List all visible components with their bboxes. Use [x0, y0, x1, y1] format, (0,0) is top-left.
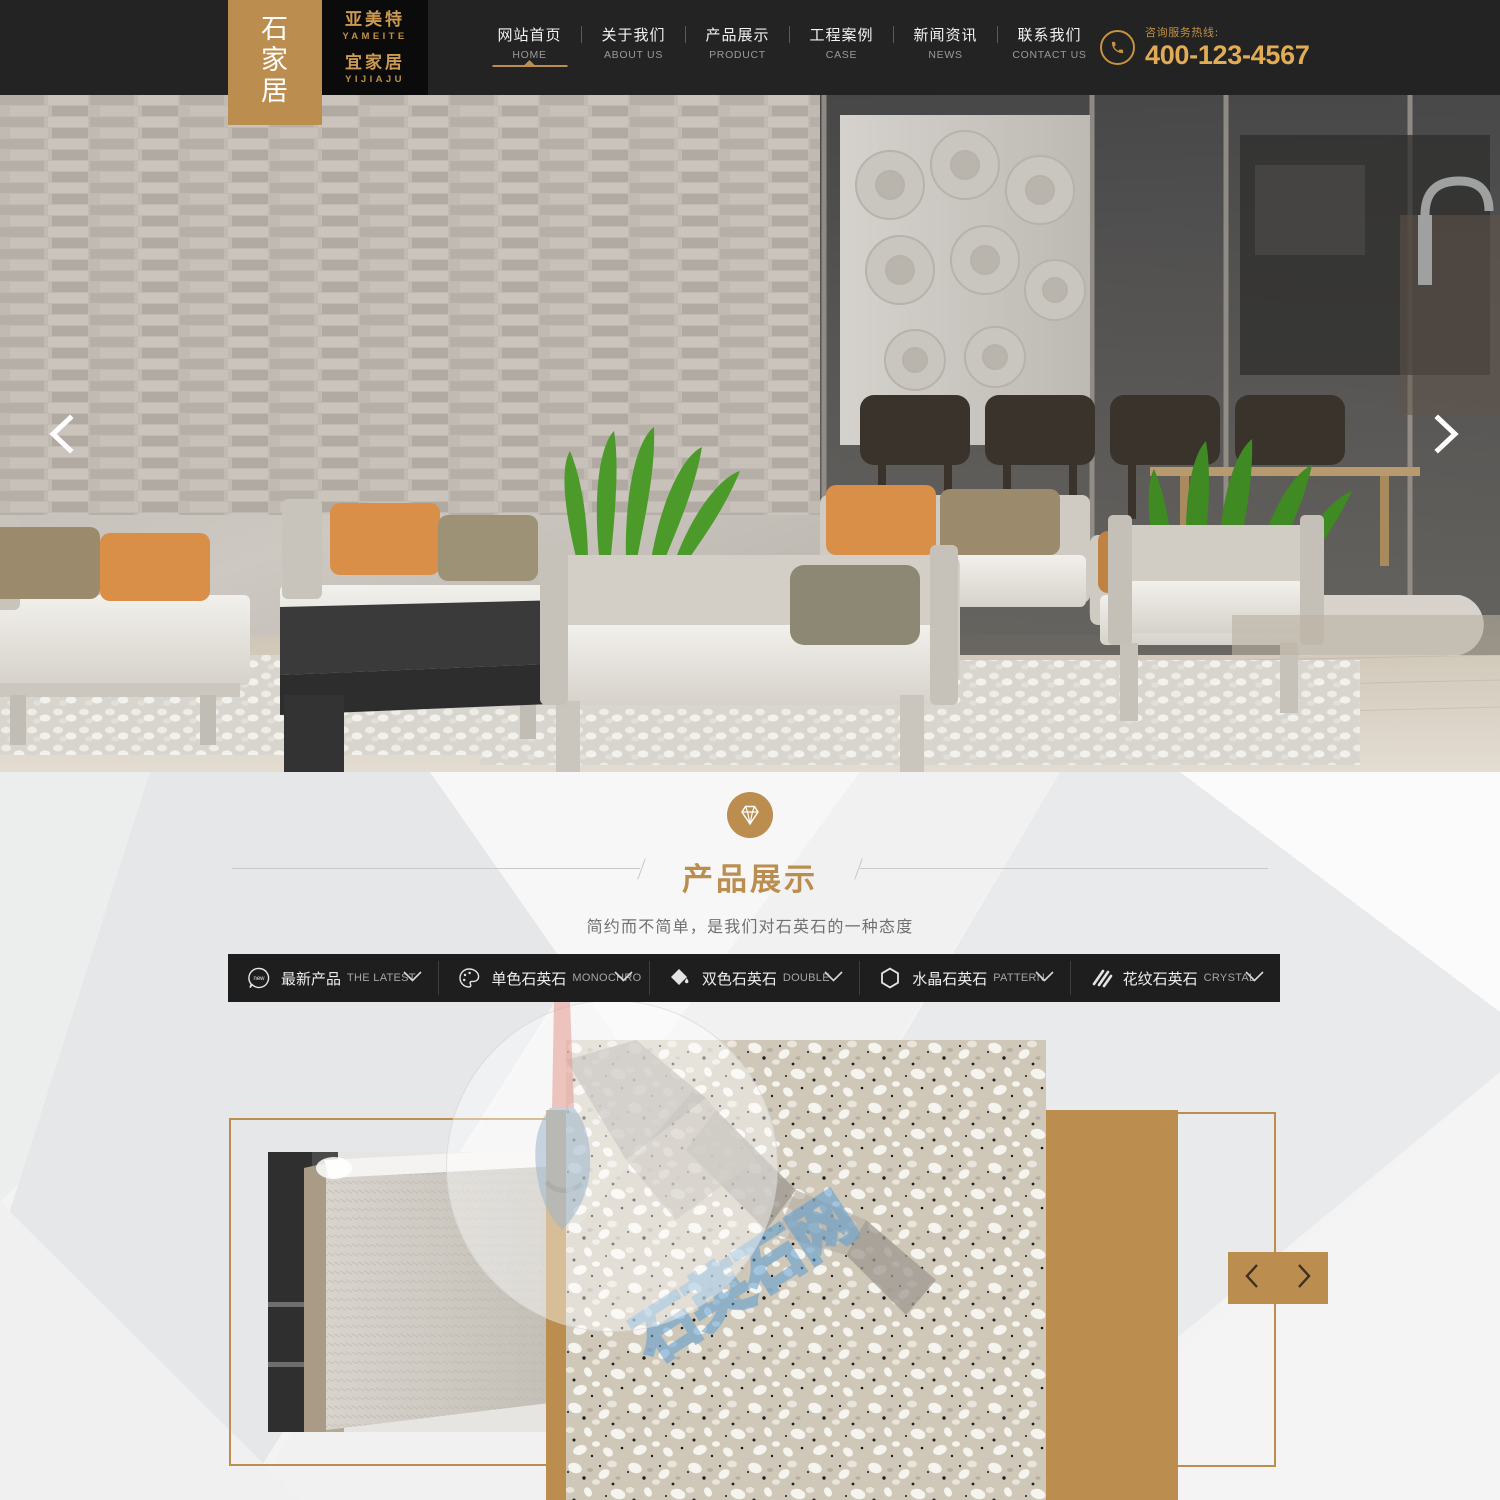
hexagon-icon: [877, 965, 903, 991]
nav-item-label-cn: 工程案例: [809, 26, 874, 44]
chevron-down-icon[interactable]: [824, 969, 843, 987]
site-header: 石 家 居 亚美特 YAMEITE 宜家居 YIJIAJU 网站首页 HOME …: [0, 0, 1500, 125]
hero-image: [0, 95, 1500, 772]
tab-label-cn: 花纹石英石: [1122, 969, 1198, 988]
diagonal-lines-icon: [1088, 965, 1114, 991]
product-thumb-left[interactable]: [268, 1152, 558, 1432]
hero-next-button[interactable]: [1420, 408, 1472, 460]
nav-item-contact[interactable]: 联系我们 CONTACT US: [998, 24, 1101, 61]
tab-pattern[interactable]: 水晶石英石 PATTERN: [859, 954, 1069, 1002]
nav-item-about[interactable]: 关于我们 ABOUT US: [582, 24, 685, 61]
tab-double[interactable]: 双色石英石 DOUBLE: [648, 954, 859, 1002]
product-card-center[interactable]: 石英石网: [566, 1040, 1046, 1500]
section-rule-left: [232, 868, 640, 869]
tab-label-en: DOUBLE: [782, 972, 830, 984]
nav-active-indicator: [492, 65, 567, 67]
chevron-down-icon[interactable]: [403, 969, 422, 987]
tab-monochrome[interactable]: 单色石英石 MONOCHRO: [438, 954, 648, 1002]
product-category-tabs: new 最新产品 THE LATEST 单色石英石 MONOCHRO 双色石英石…: [228, 954, 1280, 1002]
product-card-center-image: 石英石网: [566, 1040, 1046, 1500]
palette-icon: [456, 965, 482, 991]
chevron-left-icon: [49, 413, 74, 454]
logo-badge-char-1: 石: [261, 14, 289, 45]
tab-label-cn: 单色石英石: [491, 969, 567, 988]
tab-label-cn: 双色石英石: [701, 969, 777, 988]
section-header: 产品展示 简约而不简单，是我们对石英石的一种态度: [0, 792, 1500, 937]
chevron-down-icon[interactable]: [1245, 969, 1264, 987]
nav-item-label-en: CASE: [825, 49, 858, 61]
gold-bar-right: [1046, 1110, 1178, 1500]
hero-carousel[interactable]: [0, 95, 1500, 772]
main-navigation: 网站首页 HOME 关于我们 ABOUT US 产品展示 PRODUCT 工程案…: [478, 24, 1101, 67]
gallery-prev-button[interactable]: [1243, 1262, 1263, 1295]
chevron-right-icon: [1298, 1263, 1311, 1288]
section-title: 产品展示: [682, 862, 818, 898]
gallery-nav-buttons: [1228, 1252, 1328, 1304]
nav-item-news[interactable]: 新闻资讯 NEWS: [894, 24, 997, 61]
nav-item-case[interactable]: 工程案例 CASE: [790, 24, 893, 61]
nav-item-product[interactable]: 产品展示 PRODUCT: [686, 24, 789, 61]
tab-label-cn: 水晶石英石: [912, 969, 988, 988]
nav-item-label-en: PRODUCT: [709, 49, 766, 61]
logo-mark: 亚美特 YAMEITE 宜家居 YIJIAJU: [322, 0, 428, 95]
nav-item-home[interactable]: 网站首页 HOME: [478, 24, 581, 67]
tab-latest[interactable]: new 最新产品 THE LATEST: [228, 954, 438, 1002]
svg-text:new: new: [253, 976, 265, 982]
nav-item-label-cn: 联系我们: [1017, 26, 1082, 44]
logo-en-secondary: YIJIAJU: [345, 73, 405, 85]
nav-item-label-en: NEWS: [928, 49, 963, 61]
gallery-next-button[interactable]: [1293, 1262, 1313, 1295]
paint-bucket-icon: [667, 965, 693, 991]
hero-prev-button[interactable]: [36, 408, 88, 460]
chevron-down-icon[interactable]: [614, 969, 633, 987]
logo-cn-primary: 亚美特: [345, 9, 405, 30]
nav-item-label-en: CONTACT US: [1012, 49, 1087, 61]
nav-item-label-cn: 关于我们: [601, 26, 666, 44]
chevron-right-icon: [1434, 413, 1459, 454]
site-logo[interactable]: 石 家 居 亚美特 YAMEITE 宜家居 YIJIAJU: [228, 0, 428, 125]
diamond-icon: [727, 792, 773, 838]
logo-cn-secondary: 宜家居: [345, 52, 405, 73]
tab-label-cn: 最新产品: [281, 969, 342, 988]
nav-item-label-cn: 产品展示: [705, 26, 770, 44]
nav-item-label-en: ABOUT US: [603, 49, 664, 61]
phone-icon: [1100, 29, 1135, 65]
new-bubble-icon: new: [246, 965, 272, 991]
hotline-text: 咨询服务热线: 400-123-4567: [1145, 24, 1310, 70]
product-thumb-left-image: [268, 1152, 558, 1432]
section-rule-right: [860, 868, 1268, 869]
hotline-block[interactable]: 咨询服务热线: 400-123-4567: [1100, 24, 1310, 70]
hotline-label: 咨询服务热线:: [1145, 26, 1219, 39]
chevron-left-icon: [1245, 1263, 1258, 1288]
nav-item-label-cn: 网站首页: [497, 26, 562, 44]
logo-badge: 石 家 居: [228, 0, 322, 125]
logo-badge-char-2: 家: [261, 45, 289, 76]
section-subtitle: 简约而不简单，是我们对石英石的一种态度: [586, 917, 914, 936]
chevron-down-icon[interactable]: [1035, 969, 1054, 987]
nav-item-label-cn: 新闻资讯: [913, 26, 978, 44]
hotline-number: 400-123-4567: [1145, 40, 1310, 70]
tab-crystal[interactable]: 花纹石英石 CRYSTAL: [1069, 954, 1280, 1002]
page-root: 石 家 居 亚美特 YAMEITE 宜家居 YIJIAJU 网站首页 HOME …: [0, 0, 1500, 1500]
logo-en-primary: YAMEITE: [342, 30, 408, 42]
logo-badge-char-3: 居: [261, 76, 289, 107]
